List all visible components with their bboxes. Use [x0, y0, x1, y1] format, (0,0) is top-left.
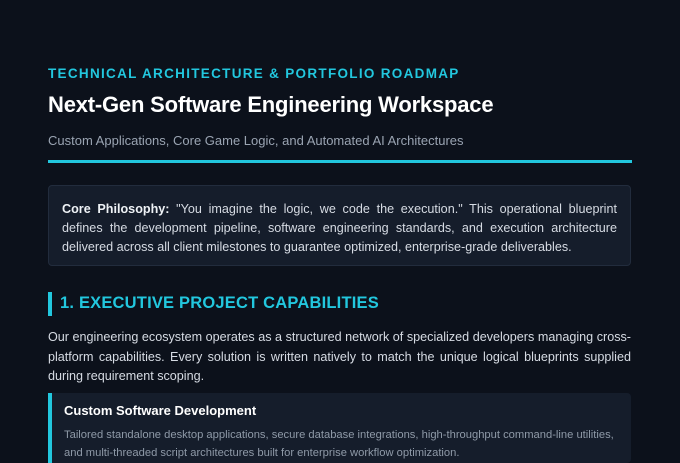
section-heading-text: 1. EXECUTIVE PROJECT CAPABILITIES	[60, 294, 379, 312]
document-page: TECHNICAL ARCHITECTURE & PORTFOLIO ROADM…	[0, 0, 680, 463]
capability-card: Custom Software Development Tailored sta…	[48, 393, 631, 463]
capability-card-title: Custom Software Development	[64, 403, 257, 418]
section-intro: Our engineering ecosystem operates as a …	[48, 330, 631, 383]
philosophy-lead: Core Philosophy:	[62, 202, 170, 216]
capability-card-description: Tailored standalone desktop applications…	[64, 429, 614, 459]
document-title: Next-Gen Software Engineering Workspace	[48, 92, 494, 117]
section-heading: 1. EXECUTIVE PROJECT CAPABILITIES	[48, 292, 628, 316]
section-accent-bar	[48, 292, 52, 316]
philosophy-callout: Core Philosophy: "You imagine the logic,…	[48, 185, 631, 266]
document-subtitle: Custom Applications, Core Game Logic, an…	[48, 133, 464, 148]
header-divider	[48, 160, 632, 163]
document-eyebrow: TECHNICAL ARCHITECTURE & PORTFOLIO ROADM…	[48, 66, 460, 81]
